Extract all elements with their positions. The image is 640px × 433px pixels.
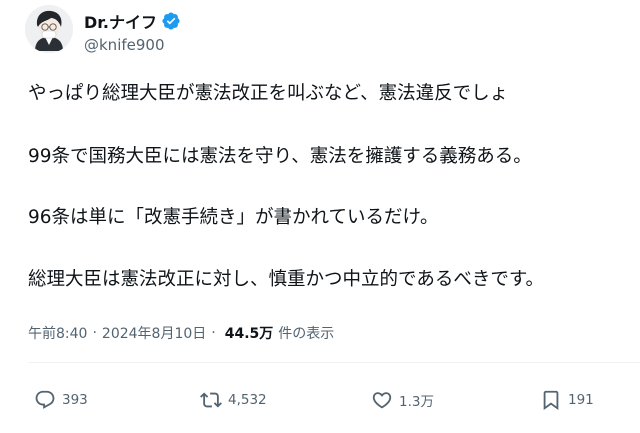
tweet: Dr.ナイフ @knife900 やっぱり総理大臣が憲法改正を叫ぶなど、憲法違反… (0, 0, 640, 433)
bookmark-count: 191 (568, 392, 594, 408)
view-count[interactable]: 44.5万 (225, 323, 274, 343)
divider (28, 362, 640, 363)
bookmark-button[interactable]: 191 (540, 389, 594, 411)
view-label: 件の表示 (278, 326, 335, 342)
tweet-line: 96条は単に「改憲手続き」が書かれているだけ。 (28, 207, 439, 228)
action-bar: 393 4,532 1.3万 191 (0, 389, 640, 413)
reply-count: 393 (62, 392, 88, 408)
author-block: Dr.ナイフ @knife900 (84, 10, 181, 54)
avatar[interactable] (25, 5, 73, 53)
retweet-icon (200, 392, 222, 408)
heart-icon (372, 392, 392, 409)
timestamp-date[interactable]: 2024年8月10日 (102, 323, 206, 343)
retweet-button[interactable]: 4,532 (200, 389, 267, 411)
like-button[interactable]: 1.3万 (371, 389, 434, 411)
reply-button[interactable]: 393 (34, 389, 88, 411)
display-name[interactable]: Dr.ナイフ (84, 9, 157, 33)
tweet-line: 99条で国務大臣には憲法を守り、憲法を擁護する義務ある。 (28, 146, 532, 167)
timestamp-time[interactable]: 午前8:40 (28, 323, 87, 343)
handle[interactable]: @knife900 (84, 36, 181, 54)
meta-separator: · (92, 325, 97, 341)
tweet-line: 総理大臣は憲法改正に対し、慎重かつ中立的であるべきです。 (28, 269, 544, 290)
bookmark-icon (543, 390, 559, 411)
avatar-illustration (25, 5, 73, 53)
tweet-line: やっぱり総理大臣が憲法改正を叫ぶなど、憲法違反でしょ (28, 83, 509, 104)
verified-badge-icon[interactable] (161, 11, 181, 31)
retweet-count: 4,532 (228, 392, 267, 408)
name-row: Dr.ナイフ (84, 10, 181, 32)
tweet-meta: 午前8:40 · 2024年8月10日 · 44.5万 件の表示 (28, 323, 334, 343)
reply-icon (35, 390, 55, 409)
meta-separator: · (211, 325, 216, 341)
like-count: 1.3万 (399, 394, 434, 410)
